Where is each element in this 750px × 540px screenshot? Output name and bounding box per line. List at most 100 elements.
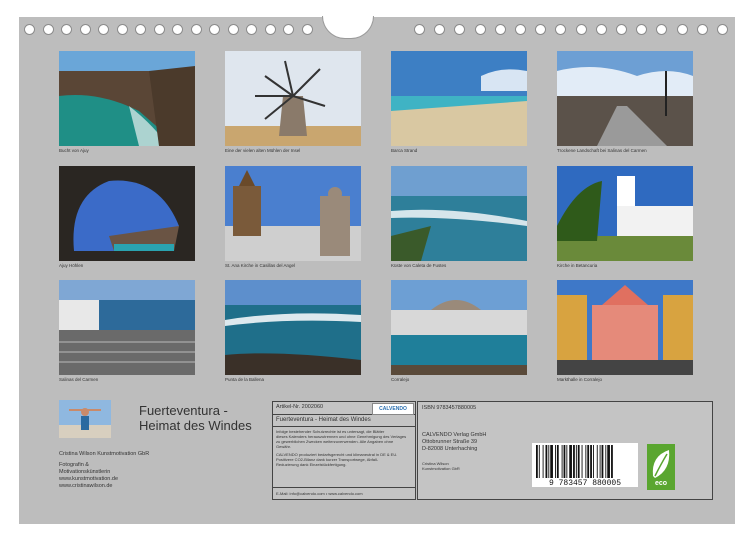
binding-ring [42, 24, 54, 35]
binding-ring [153, 24, 165, 35]
barcode-bar [556, 445, 559, 478]
barcode-bar [545, 445, 548, 478]
binding-ring [717, 24, 728, 35]
photo-windmill [225, 51, 361, 146]
photo-st-ana-kirche [225, 166, 361, 261]
photo-corralejo [391, 280, 527, 375]
caption: Corralejo [391, 377, 410, 382]
binding-ring [434, 24, 446, 35]
contact-row: E-Mail: info@calvendo.com • www.calvendo… [273, 487, 415, 500]
binding-ring [414, 24, 425, 35]
legal-text-4: Gewähr. [276, 444, 291, 449]
binding-ring [227, 24, 239, 35]
calendar-back-sheet: Bucht von Ajuy Eine der vielen alten Müh… [19, 16, 735, 524]
binding-ring [636, 24, 648, 35]
title-line-1: Fuerteventura - [139, 403, 228, 418]
binding-ring [172, 24, 183, 35]
publisher-name: CALVENDO Verlag GmbH [422, 432, 487, 438]
barcode-bars [536, 445, 613, 478]
photo-bucht-von-ajuy [59, 51, 195, 146]
caption: Ajuy Höhlen [59, 263, 84, 268]
barcode-bar [599, 445, 601, 478]
article-row: Artikel-Nr. 2002060 CALVENDO [273, 402, 415, 415]
barcode-number: 9 783457 880005 [548, 479, 621, 488]
eco-label: eco [654, 480, 668, 487]
publication-info-box: Artikel-Nr. 2002060 CALVENDO Fuerteventu… [272, 401, 416, 500]
binding-rings [19, 24, 735, 36]
author-line-1: Cristina Wilson Kunstmotivation GbR [59, 451, 150, 457]
eco-badge: eco [647, 444, 675, 490]
caption: Salinas del Carmen [59, 377, 99, 382]
photo-markthalle-corralejo [557, 280, 693, 375]
binding-ring [24, 24, 35, 35]
barcode-bar [585, 445, 587, 478]
isbn: ISBN 9783457880005 [422, 405, 477, 411]
binding-ring [656, 24, 668, 35]
caption: Markthalle in Corralejo [557, 377, 603, 382]
barcode-bar [596, 445, 598, 478]
binding-ring [301, 24, 313, 35]
binding-ring [246, 24, 257, 35]
photo-ajuy-hoehlen [59, 166, 195, 261]
barcode-bar [569, 445, 572, 478]
barcode-bar [581, 445, 583, 478]
binding-ring [676, 24, 688, 35]
caption: Kirche in Betancuria [557, 263, 598, 268]
title-row: Fuerteventura - Heimat des Windes [273, 415, 415, 427]
photo-salinas-del-carmen [59, 280, 195, 375]
contact-email: E-Mail: info@calvendo.com • www.calvendo… [276, 491, 363, 496]
barcode-bar [590, 445, 592, 478]
binding-ring [494, 24, 506, 35]
caption: Barca Strand [391, 148, 418, 153]
binding-ring [616, 24, 627, 35]
binding-ring [283, 24, 294, 35]
barcode-bar [563, 445, 566, 478]
barcode-bar [548, 445, 550, 478]
barcode-bar [577, 445, 580, 478]
binding-ring [595, 24, 607, 35]
photo-kirche-betancuria [557, 166, 693, 261]
barcode-bar [538, 445, 540, 478]
barcode-bar [611, 445, 613, 478]
author-line-2: Fotografin & [59, 462, 89, 468]
binding-ring [79, 24, 91, 35]
author-line-3: Motivationskünstlerin [59, 469, 111, 475]
barcode-bar [561, 445, 563, 478]
binding-ring [98, 24, 109, 35]
barcode: 9 783457 880005 [532, 443, 638, 488]
barcode-bar [536, 445, 538, 478]
caption: Punta de la Ballena [225, 377, 265, 382]
binding-ring [696, 24, 708, 35]
barcode-bar [575, 445, 577, 478]
caption: Bucht von Ajuy [59, 148, 89, 153]
caption: St. Ana Kirche in Casillas del Angel [225, 263, 296, 268]
legal-text-7: Reduzierung dank Einzelstückfertigung. [276, 462, 347, 467]
author-company: Kunstmotivation GbR [422, 466, 460, 471]
photo-punta-de-la-ballena [225, 280, 361, 375]
barcode-bar [607, 445, 610, 478]
calendar-title: Fuerteventura - Heimat des Windes [139, 403, 279, 433]
publisher-city: D-82008 Unterhaching [422, 446, 478, 452]
binding-ring [535, 24, 547, 35]
binding-ring [575, 24, 587, 35]
barcode-bar [593, 445, 594, 478]
binding-ring [190, 24, 202, 35]
barcode-bar [605, 445, 607, 478]
photo-barca-strand [391, 51, 527, 146]
info-calendar-title: Fuerteventura - Heimat des Windes [276, 417, 371, 423]
barcode-bar [573, 445, 575, 478]
binding-ring [209, 24, 220, 35]
binding-ring [61, 24, 72, 35]
photo-trockene-landschaft [557, 51, 693, 146]
publisher-street: Ottobrunner Straße 39 [422, 439, 478, 445]
barcode-bar [566, 445, 568, 478]
barcode-bar [555, 445, 556, 478]
photo-caleta-de-fustes [391, 166, 527, 261]
legal-text-3: zu gewerblichen Zwecken weiterzuverwende… [276, 439, 394, 444]
barcode-bar [550, 445, 553, 478]
binding-ring [474, 24, 486, 35]
title-line-2: Heimat des Windes [139, 418, 252, 433]
caption: Trockene Landschaft bei Salinas del Carm… [557, 148, 647, 153]
caption: Eine der vielen alten Mühlen der Insel [225, 148, 301, 153]
binding-ring [454, 24, 466, 35]
